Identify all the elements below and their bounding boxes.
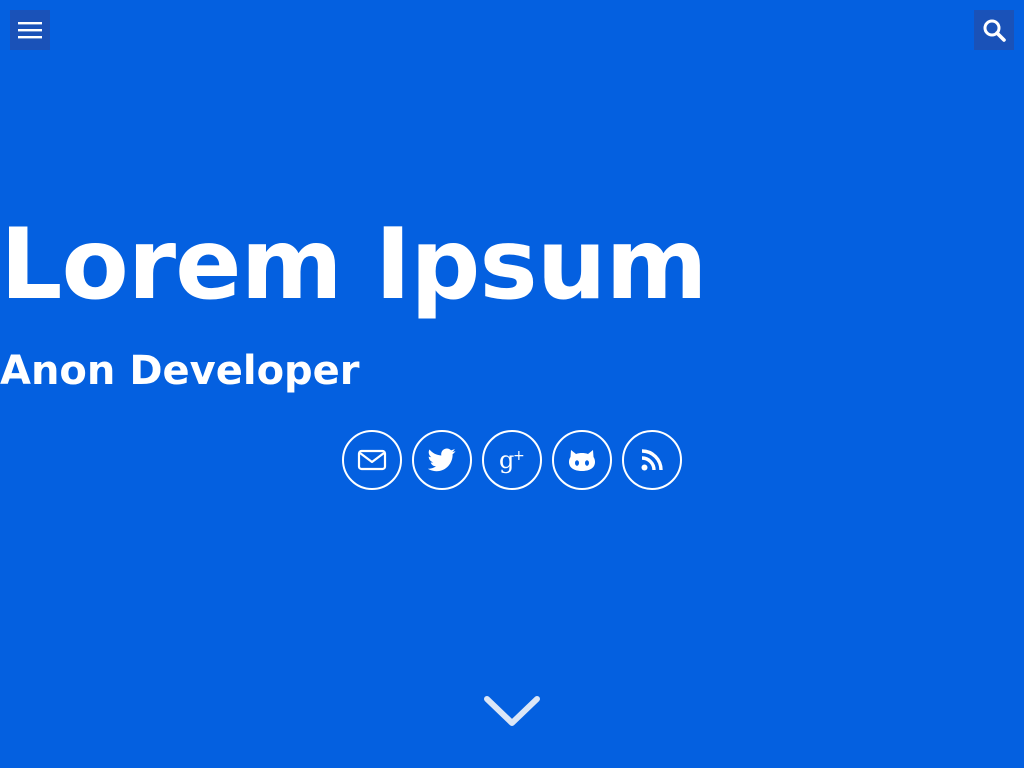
svg-text:+: + bbox=[513, 448, 525, 464]
envelope-icon bbox=[357, 449, 387, 471]
github-button[interactable] bbox=[552, 430, 612, 490]
page-title: Lorem Ipsum bbox=[0, 208, 708, 322]
twitter-bird-icon bbox=[428, 448, 456, 472]
social-links: g + bbox=[0, 430, 1024, 490]
chevron-down-icon bbox=[484, 696, 540, 726]
twitter-button[interactable] bbox=[412, 430, 472, 490]
github-octocat-icon bbox=[569, 450, 595, 471]
rss-button[interactable] bbox=[622, 430, 682, 490]
author-name: Anon Developer bbox=[0, 348, 360, 394]
menu-button[interactable] bbox=[10, 10, 50, 50]
google-plus-button[interactable]: g + bbox=[482, 430, 542, 490]
search-icon bbox=[983, 19, 1006, 42]
email-button[interactable] bbox=[342, 430, 402, 490]
hamburger-menu-icon bbox=[18, 22, 42, 39]
scroll-down-button[interactable] bbox=[482, 690, 542, 732]
rss-feed-icon bbox=[641, 449, 663, 471]
google-plus-icon: g + bbox=[499, 446, 525, 474]
search-button[interactable] bbox=[974, 10, 1014, 50]
